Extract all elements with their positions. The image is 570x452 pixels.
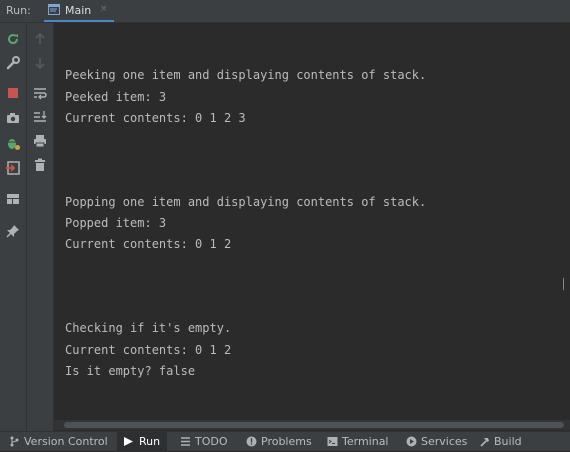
console-line: Peeked item: 3 <box>65 90 167 104</box>
build-button[interactable]: Build <box>479 432 534 452</box>
services-icon <box>406 436 417 447</box>
hammer-icon <box>480 438 489 447</box>
scroll-to-end-icon[interactable] <box>32 109 48 125</box>
branch-icon <box>10 436 19 447</box>
text-cursor <box>563 278 564 290</box>
arrow-up-icon[interactable] <box>32 31 48 47</box>
debug-bug-icon[interactable] <box>5 135 21 151</box>
layout-icon[interactable] <box>5 191 21 207</box>
terminal-button[interactable]: Terminal <box>327 432 392 452</box>
alert-icon <box>246 436 257 447</box>
camera-icon[interactable] <box>5 110 21 126</box>
console-line: Popping one item and displaying contents… <box>65 195 427 209</box>
list-icon <box>181 437 190 446</box>
console-line: Checking if it's empty. <box>65 321 232 335</box>
trash-icon[interactable] <box>32 157 48 173</box>
exit-icon[interactable] <box>5 160 21 176</box>
version-control-button[interactable]: Version Control <box>9 432 109 452</box>
console-window-icon <box>48 4 60 15</box>
console-line: Peeking one item and displaying contents… <box>65 68 427 82</box>
console-line: Current contents: 0 1 2 <box>65 343 232 357</box>
rerun-icon[interactable] <box>5 31 21 47</box>
run-button[interactable]: Run <box>117 432 167 452</box>
run-actions-toolbar <box>0 23 27 431</box>
close-icon[interactable]: × <box>100 4 108 14</box>
terminal-icon <box>327 437 338 446</box>
soft-wrap-icon[interactable] <box>32 85 48 101</box>
console-line: Popped item: 3 <box>65 216 167 230</box>
console-actions-toolbar <box>27 23 54 431</box>
services-button[interactable]: Services <box>406 432 471 452</box>
todo-button[interactable]: TODO <box>180 432 235 452</box>
play-icon <box>124 437 133 446</box>
pin-icon[interactable] <box>5 223 21 239</box>
wrench-icon[interactable] <box>5 55 21 71</box>
run-tool-window-header: Run: Main × <box>0 0 570 23</box>
console-line: Is it empty? false <box>65 364 196 378</box>
console-line: Current contents: 0 1 2 <box>65 237 232 251</box>
scrollbar-thumb[interactable] <box>64 422 564 428</box>
print-icon[interactable] <box>32 133 48 149</box>
tab-main[interactable]: Main × <box>44 0 114 22</box>
horizontal-scrollbar[interactable] <box>54 420 570 430</box>
tab-main-label: Main <box>65 4 92 17</box>
console-line: Current contents: 0 1 2 3 <box>65 111 246 125</box>
stop-icon[interactable] <box>5 85 21 101</box>
problems-button[interactable]: Problems <box>246 432 316 452</box>
tool-window-bar: Version Control Run TODO Problems Termin… <box>0 431 570 452</box>
run-label: Run: <box>6 4 31 17</box>
console-output[interactable]: Peeking one item and displaying contents… <box>54 23 570 431</box>
arrow-down-icon[interactable] <box>32 55 48 71</box>
